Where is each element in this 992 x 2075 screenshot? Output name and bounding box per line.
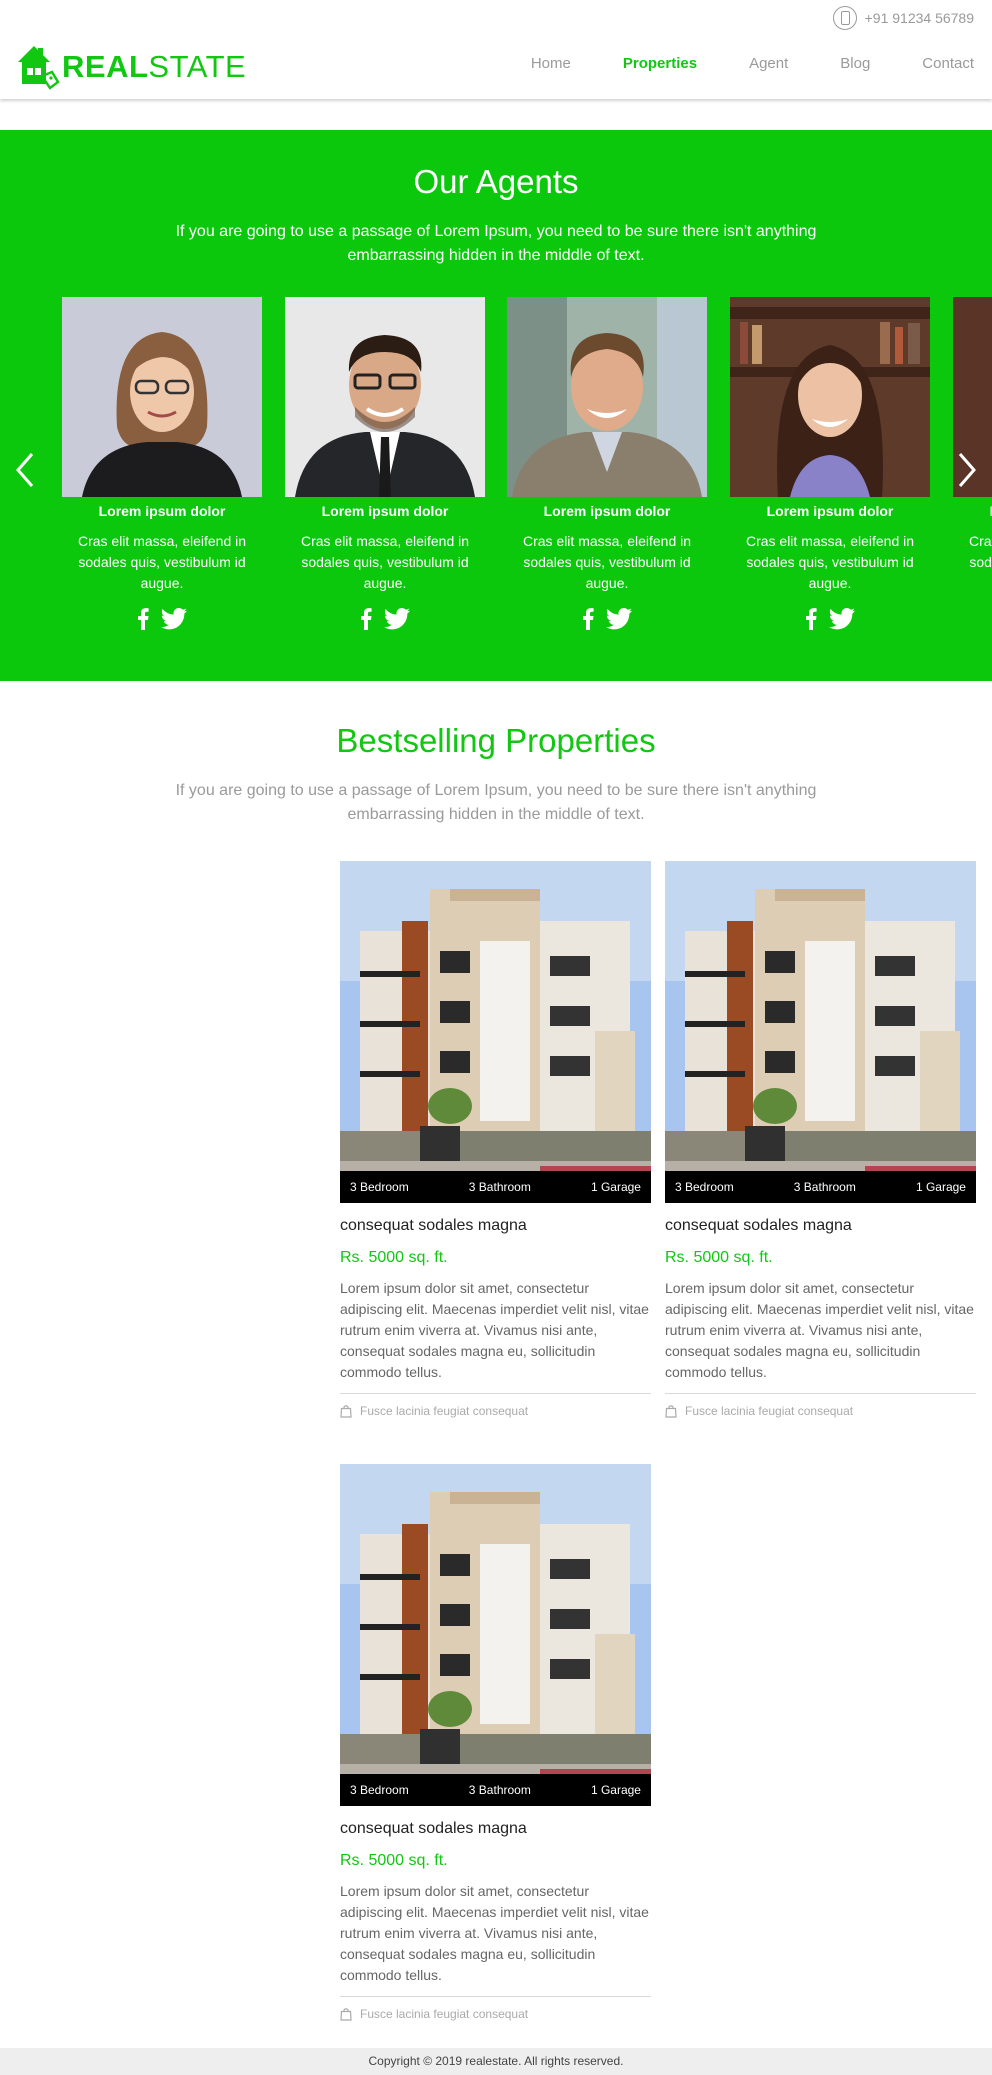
bedroom-count: 3 Bedroom (350, 1180, 409, 1194)
nav-blog[interactable]: Blog (840, 55, 870, 72)
house-logo-icon (18, 46, 60, 90)
property-footer-text: Fusce lacinia feugiat consequat (685, 1404, 854, 1418)
agents-carousel: Lorem ipsum dolor Cras elit massa, eleif… (62, 297, 992, 677)
bag-icon (665, 1405, 677, 1418)
property-specs: 3 Bedroom 3 Bathroom 1 Garage (340, 1171, 651, 1203)
property-description: Lorem ipsum dolor sit amet, consectetur … (340, 1883, 649, 1983)
agent-card: Lorem ipsum dolor Cras elit massa, eleif… (730, 297, 930, 630)
agents-section: Our Agents If you are going to use a pas… (0, 130, 992, 681)
divider (665, 1393, 976, 1394)
property-title[interactable]: consequat sodales magna (340, 1820, 651, 1838)
bestselling-title: Bestselling Properties (336, 722, 656, 759)
property-card[interactable]: 3 Bedroom 3 Bathroom 1 Garage consequat … (340, 861, 651, 1418)
agents-title: Our Agents (413, 163, 579, 200)
bathroom-count: 3 Bathroom (468, 1180, 531, 1194)
garage-count: 1 Garage (590, 1180, 641, 1194)
building-image (340, 1464, 651, 1806)
garage-count: 1 Garage (590, 1783, 641, 1797)
nav-home[interactable]: Home (531, 55, 571, 72)
agent-photo (62, 297, 262, 497)
phone-contact[interactable]: +91 91234 56789 (832, 6, 974, 30)
agent-social-links (285, 608, 485, 630)
site-footer: Copyright © 2019 realestate. All rights … (0, 2048, 992, 2075)
carousel-next-arrow-icon[interactable] (954, 450, 980, 490)
agent-card: Lorem ipsum dolor Cras elit massa, eleif… (953, 297, 992, 594)
bathroom-count: 3 Bathroom (468, 1783, 531, 1797)
property-title[interactable]: consequat sodales magna (340, 1217, 651, 1235)
property-image[interactable]: 3 Bedroom 3 Bathroom 1 Garage (665, 861, 976, 1203)
agent-card: Lorem ipsum dolor Cras elit massa, eleif… (507, 297, 707, 630)
logo-bold-text: REAL (62, 48, 149, 84)
facebook-icon[interactable] (805, 608, 817, 630)
agent-description: Cras elit massa, eleifend in sodales qui… (77, 533, 247, 591)
building-image (340, 861, 651, 1203)
agent-description: Cras elit massa, eleifend in sodales qui… (522, 533, 692, 591)
garage-count: 1 Garage (915, 1180, 966, 1194)
agent-description: Cras elit massa, eleifend in sodales qui… (300, 533, 470, 591)
bestselling-subtitle: If you are going to use a passage of Lor… (175, 782, 817, 823)
site-logo[interactable]: REALSTATE (16, 42, 246, 90)
nav-agent[interactable]: Agent (749, 55, 788, 72)
property-price: Rs. 5000 sq. ft. (340, 1852, 448, 1869)
copyright-text: Copyright © 2019 realestate. All rights … (368, 2054, 624, 2068)
agent-social-links (507, 608, 707, 630)
agent-name: Lorem ipsum dolor (98, 503, 226, 519)
property-specs: 3 Bedroom 3 Bathroom 1 Garage (340, 1774, 651, 1806)
twitter-icon[interactable] (606, 608, 632, 630)
property-card[interactable]: 3 Bedroom 3 Bathroom 1 Garage consequat … (665, 861, 976, 1418)
carousel-prev-arrow-icon[interactable] (12, 450, 38, 490)
facebook-icon[interactable] (582, 608, 594, 630)
property-footer: Fusce lacinia feugiat consequat (340, 1404, 651, 1418)
divider (340, 1996, 651, 1997)
bathroom-count: 3 Bathroom (793, 1180, 856, 1194)
property-description: Lorem ipsum dolor sit amet, consectetur … (340, 1280, 649, 1380)
agent-photo (507, 297, 707, 497)
property-footer-text: Fusce lacinia feugiat consequat (360, 2007, 529, 2021)
bag-icon (340, 2008, 352, 2021)
divider (340, 1393, 651, 1394)
agent-photo (285, 297, 485, 497)
agent-photo (730, 297, 930, 497)
facebook-icon[interactable] (360, 608, 372, 630)
property-image[interactable]: 3 Bedroom 3 Bathroom 1 Garage (340, 1464, 651, 1806)
agent-description: Cras elit massa, eleifend in sodales qui… (968, 533, 992, 570)
agent-social-links (62, 608, 262, 630)
twitter-icon[interactable] (161, 608, 187, 630)
facebook-icon[interactable] (137, 608, 149, 630)
agents-subtitle: If you are going to use a passage of Lor… (175, 223, 817, 264)
bedroom-count: 3 Bedroom (675, 1180, 734, 1194)
property-image[interactable]: 3 Bedroom 3 Bathroom 1 Garage (340, 861, 651, 1203)
bag-icon (340, 1405, 352, 1418)
building-image (665, 861, 976, 1203)
property-footer: Fusce lacinia feugiat consequat (340, 2007, 651, 2021)
agent-name: Lorem ipsum dolor (321, 503, 449, 519)
nav-properties[interactable]: Properties (623, 55, 697, 72)
nav-contact[interactable]: Contact (922, 55, 974, 72)
agent-name: Lorem ipsum dolor (543, 503, 671, 519)
agent-card: Lorem ipsum dolor Cras elit massa, eleif… (62, 297, 262, 630)
agent-name: Lorem ipsum dolor (953, 503, 992, 519)
property-price: Rs. 5000 sq. ft. (340, 1249, 448, 1266)
property-specs: 3 Bedroom 3 Bathroom 1 Garage (665, 1171, 976, 1203)
phone-icon (832, 6, 857, 30)
twitter-icon[interactable] (829, 608, 855, 630)
property-price: Rs. 5000 sq. ft. (665, 1249, 773, 1266)
logo-text: REALSTATE (62, 51, 246, 82)
bedroom-count: 3 Bedroom (350, 1783, 409, 1797)
property-footer-text: Fusce lacinia feugiat consequat (360, 1404, 529, 1418)
agent-card: Lorem ipsum dolor Cras elit massa, eleif… (285, 297, 485, 630)
property-footer: Fusce lacinia feugiat consequat (665, 1404, 976, 1418)
agent-social-links (730, 608, 930, 630)
site-header: +91 91234 56789 REALSTATE Home Propertie… (0, 0, 992, 99)
twitter-icon[interactable] (384, 608, 410, 630)
property-description: Lorem ipsum dolor sit amet, consectetur … (665, 1280, 974, 1380)
phone-number: +91 91234 56789 (864, 10, 974, 26)
property-card[interactable]: 3 Bedroom 3 Bathroom 1 Garage consequat … (340, 1464, 651, 2021)
agent-name: Lorem ipsum dolor (766, 503, 894, 519)
main-nav: Home Properties Agent Blog Contact (479, 55, 974, 72)
agent-description: Cras elit massa, eleifend in sodales qui… (745, 533, 915, 591)
logo-light-text: STATE (148, 48, 247, 84)
property-title[interactable]: consequat sodales magna (665, 1217, 976, 1235)
